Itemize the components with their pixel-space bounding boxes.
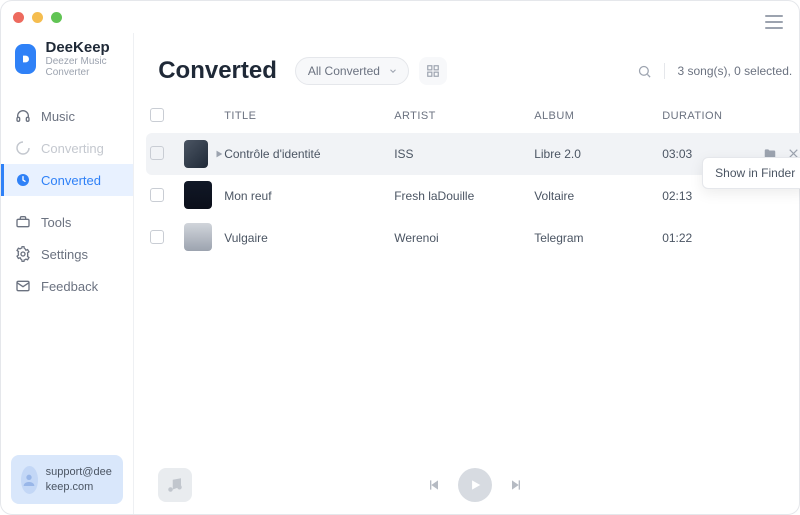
clock-icon bbox=[15, 172, 31, 188]
sidebar-item-settings[interactable]: Settings bbox=[1, 238, 133, 270]
sidebar-item-tools[interactable]: Tools bbox=[1, 206, 133, 238]
sidebar-item-label: Settings bbox=[41, 247, 88, 262]
sidebar-item-converting[interactable]: Converting bbox=[1, 132, 133, 164]
headphones-icon bbox=[15, 108, 31, 124]
grid-icon bbox=[426, 64, 440, 78]
divider bbox=[664, 63, 665, 79]
brand: DeeKeep Deezer Music Converter bbox=[1, 33, 133, 94]
select-all-checkbox[interactable] bbox=[150, 108, 164, 122]
maximize-window-button[interactable] bbox=[51, 12, 62, 23]
mail-icon bbox=[15, 278, 31, 294]
main-content: Converted All Converted 3 song(s), 0 sel… bbox=[134, 33, 800, 514]
music-note-icon bbox=[166, 476, 184, 494]
row-checkbox[interactable] bbox=[150, 188, 164, 202]
track-artist: ISS bbox=[394, 147, 534, 161]
play-button[interactable] bbox=[458, 468, 492, 502]
sidebar-item-label: Tools bbox=[41, 215, 71, 230]
support-email: support@deekeep.com bbox=[46, 465, 114, 494]
album-art bbox=[184, 223, 212, 251]
app-subtitle: Deezer Music Converter bbox=[46, 56, 120, 78]
chevron-down-icon bbox=[388, 66, 398, 76]
track-duration: 02:13 bbox=[662, 189, 752, 203]
play-icon bbox=[214, 149, 224, 159]
window-titlebar bbox=[1, 1, 799, 33]
col-artist: ARTIST bbox=[394, 110, 534, 122]
track-album: Libre 2.0 bbox=[534, 147, 662, 161]
window-controls bbox=[13, 12, 62, 23]
track-album: Voltaire bbox=[534, 189, 662, 203]
spinner-icon bbox=[15, 140, 31, 156]
sidebar-item-feedback[interactable]: Feedback bbox=[1, 270, 133, 302]
row-checkbox[interactable] bbox=[150, 230, 164, 244]
track-artist: Fresh laDouille bbox=[394, 189, 534, 203]
play-icon bbox=[468, 478, 482, 492]
search-icon bbox=[637, 64, 652, 79]
main-header: Converted All Converted 3 song(s), 0 sel… bbox=[134, 33, 800, 95]
sidebar-item-label: Converted bbox=[41, 173, 101, 188]
queue-button[interactable] bbox=[158, 468, 192, 502]
grid-view-button[interactable] bbox=[419, 57, 447, 85]
avatar-icon bbox=[21, 466, 38, 494]
track-duration: 01:22 bbox=[662, 231, 752, 245]
sidebar-item-converted[interactable]: Converted bbox=[1, 164, 133, 196]
track-artist: Werenoi bbox=[394, 231, 534, 245]
app-name: DeeKeep bbox=[46, 39, 120, 56]
filter-select-value: All Converted bbox=[308, 64, 380, 78]
album-art bbox=[184, 181, 212, 209]
album-art bbox=[184, 140, 208, 168]
sidebar-item-label: Converting bbox=[41, 141, 104, 156]
col-duration: DURATION bbox=[662, 110, 752, 122]
track-album: Telegram bbox=[534, 231, 662, 245]
sidebar: DeeKeep Deezer Music Converter Music Con… bbox=[1, 33, 134, 514]
skip-forward-icon bbox=[508, 477, 524, 493]
next-button[interactable] bbox=[508, 477, 524, 493]
table-row[interactable]: Vulgaire Werenoi Telegram 01:22 bbox=[146, 217, 800, 259]
selection-status: 3 song(s), 0 selected. bbox=[677, 64, 792, 78]
table-header: TITLE ARTIST ALBUM DURATION bbox=[146, 99, 800, 133]
minimize-window-button[interactable] bbox=[32, 12, 43, 23]
toolbox-icon bbox=[15, 214, 31, 230]
transport-controls bbox=[426, 468, 524, 502]
row-checkbox[interactable] bbox=[150, 146, 164, 160]
tracks-table: TITLE ARTIST ALBUM DURATION Contrôle d'i… bbox=[134, 95, 800, 259]
close-window-button[interactable] bbox=[13, 12, 24, 23]
col-album: ALBUM bbox=[534, 110, 662, 122]
tooltip: Show in Finder bbox=[702, 157, 800, 189]
sidebar-item-label: Music bbox=[41, 109, 75, 124]
sidebar-item-label: Feedback bbox=[41, 279, 98, 294]
player-bar bbox=[134, 456, 800, 514]
app-logo-icon bbox=[15, 44, 36, 74]
menu-button[interactable] bbox=[765, 15, 783, 29]
sidebar-nav: Music Converting Converted Tools bbox=[1, 94, 133, 308]
sidebar-item-music[interactable]: Music bbox=[1, 100, 133, 132]
search-button[interactable] bbox=[637, 64, 652, 79]
gear-icon bbox=[15, 246, 31, 262]
previous-button[interactable] bbox=[426, 477, 442, 493]
track-title: Contrôle d'identité bbox=[224, 147, 394, 161]
support-card[interactable]: support@deekeep.com bbox=[11, 455, 123, 504]
filter-select[interactable]: All Converted bbox=[295, 57, 409, 85]
skip-back-icon bbox=[426, 477, 442, 493]
track-title: Mon reuf bbox=[224, 189, 394, 203]
col-title: TITLE bbox=[224, 110, 394, 122]
track-title: Vulgaire bbox=[224, 231, 394, 245]
page-title: Converted bbox=[158, 57, 277, 85]
